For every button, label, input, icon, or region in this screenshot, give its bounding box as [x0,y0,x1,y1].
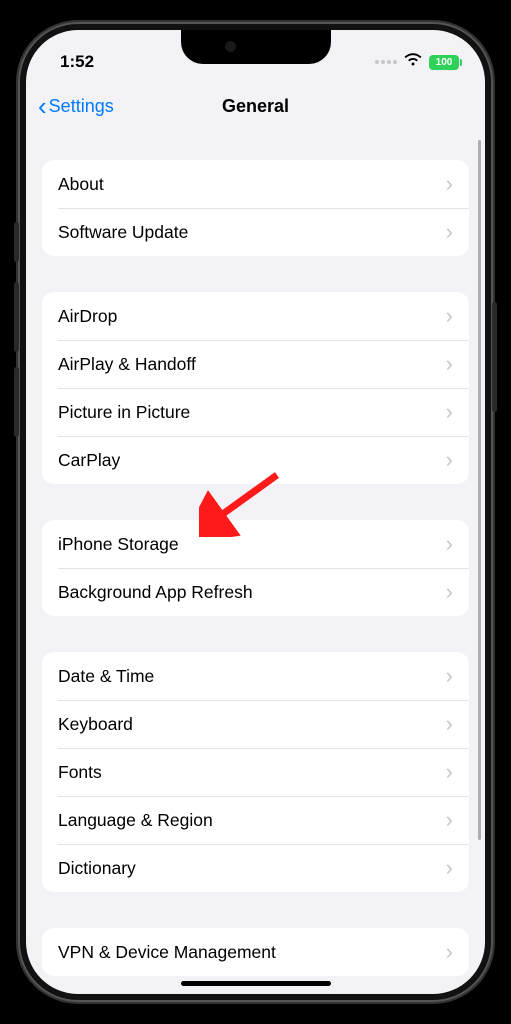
chevron-right-icon: › [446,533,453,555]
settings-group: About › Software Update › [42,160,469,256]
row-iphone-storage[interactable]: iPhone Storage › [42,520,469,568]
chevron-right-icon: › [446,941,453,963]
row-vpn-device-management[interactable]: VPN & Device Management › [42,928,469,976]
row-label: Background App Refresh [58,582,253,603]
chevron-right-icon: › [446,713,453,735]
back-label: Settings [49,96,114,117]
settings-group: iPhone Storage › Background App Refresh … [42,520,469,616]
status-indicators: 100 [375,53,459,71]
mute-switch [14,222,19,262]
row-label: VPN & Device Management [58,942,276,963]
row-carplay[interactable]: CarPlay › [42,436,469,484]
chevron-right-icon: › [446,809,453,831]
home-indicator[interactable] [181,981,331,986]
scroll-indicator[interactable] [478,140,481,840]
chevron-right-icon: › [446,305,453,327]
row-picture-in-picture[interactable]: Picture in Picture › [42,388,469,436]
row-date-time[interactable]: Date & Time › [42,652,469,700]
power-button [492,302,497,412]
page-title: General [222,96,289,117]
row-keyboard[interactable]: Keyboard › [42,700,469,748]
chevron-right-icon: › [446,449,453,471]
row-label: CarPlay [58,450,120,471]
row-background-app-refresh[interactable]: Background App Refresh › [42,568,469,616]
screen: 1:52 100 ‹ Settings General [26,30,485,994]
chevron-right-icon: › [446,401,453,423]
wifi-icon [404,53,422,71]
back-button[interactable]: ‹ Settings [38,93,114,119]
row-label: About [58,174,104,195]
row-label: AirPlay & Handoff [58,354,196,375]
row-label: Language & Region [58,810,213,831]
row-label: Fonts [58,762,102,783]
row-label: Dictionary [58,858,136,879]
chevron-right-icon: › [446,761,453,783]
notch [181,30,331,64]
battery-icon: 100 [429,55,459,70]
nav-bar: ‹ Settings General [26,82,485,130]
chevron-right-icon: › [446,173,453,195]
chevron-right-icon: › [446,353,453,375]
row-label: AirDrop [58,306,117,327]
row-label: Software Update [58,222,188,243]
battery-level: 100 [436,57,453,68]
row-software-update[interactable]: Software Update › [42,208,469,256]
row-label: iPhone Storage [58,534,179,555]
chevron-right-icon: › [446,665,453,687]
settings-group: Date & Time › Keyboard › Fonts › Languag… [42,652,469,892]
row-language-region[interactable]: Language & Region › [42,796,469,844]
row-airdrop[interactable]: AirDrop › [42,292,469,340]
settings-group: VPN & Device Management › [42,928,469,976]
row-airplay-handoff[interactable]: AirPlay & Handoff › [42,340,469,388]
row-fonts[interactable]: Fonts › [42,748,469,796]
row-label: Keyboard [58,714,133,735]
chevron-right-icon: › [446,857,453,879]
chevron-left-icon: ‹ [38,93,47,119]
status-time: 1:52 [60,52,94,72]
volume-down-button [14,367,19,437]
settings-group: AirDrop › AirPlay & Handoff › Picture in… [42,292,469,484]
recording-dots-icon [375,60,397,64]
phone-frame: 1:52 100 ‹ Settings General [18,22,493,1002]
row-label: Date & Time [58,666,154,687]
chevron-right-icon: › [446,221,453,243]
row-dictionary[interactable]: Dictionary › [42,844,469,892]
row-label: Picture in Picture [58,402,190,423]
row-about[interactable]: About › [42,160,469,208]
volume-up-button [14,282,19,352]
settings-content: About › Software Update › AirDrop › AirP… [26,138,485,982]
chevron-right-icon: › [446,581,453,603]
